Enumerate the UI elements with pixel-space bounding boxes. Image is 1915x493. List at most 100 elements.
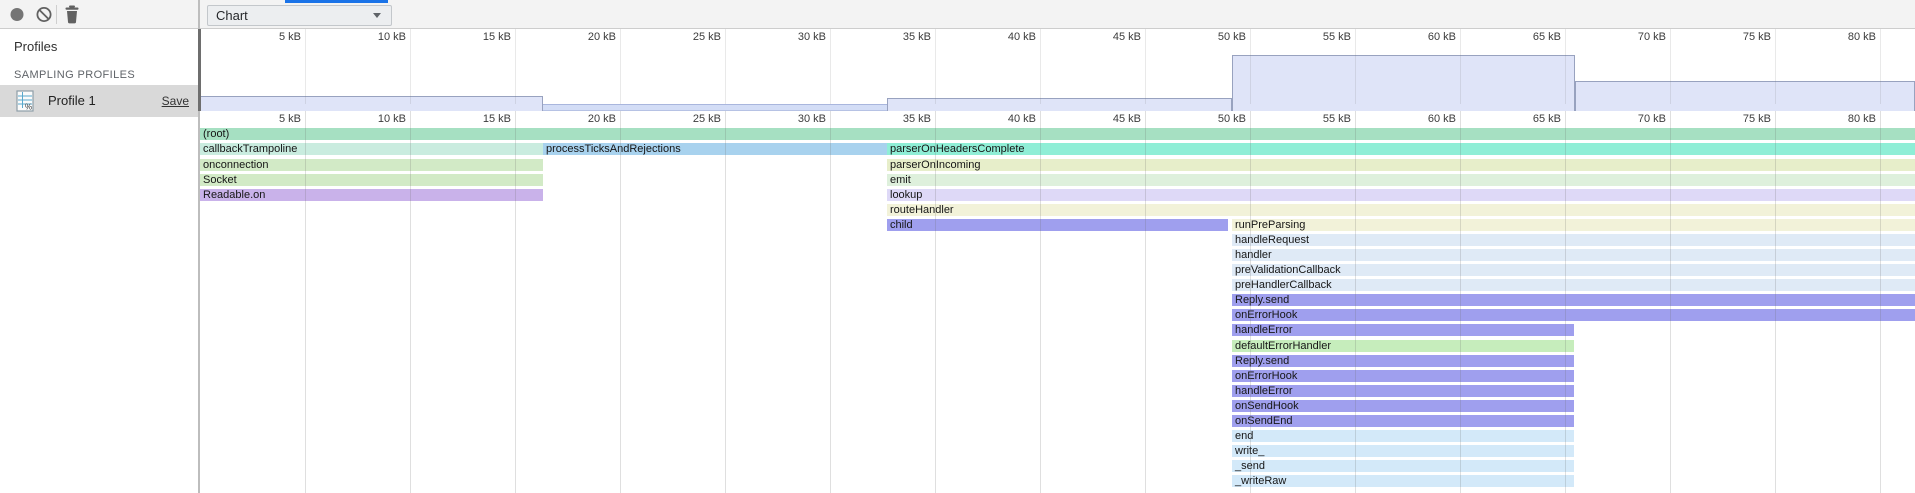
flame-bar-label: routeHandler — [890, 204, 954, 216]
axis-tick-label: 20 kB — [556, 113, 616, 125]
flame-bar-label: Reply.send — [1235, 294, 1289, 306]
gridline — [725, 111, 726, 493]
flame-bar[interactable]: onSendEnd — [1232, 415, 1574, 427]
flame-bar-label: lookup — [890, 189, 922, 201]
gridline — [1040, 29, 1041, 104]
flame-bar[interactable]: Reply.send — [1232, 294, 1915, 306]
flame-bar[interactable]: parserOnIncoming — [887, 159, 1915, 171]
flame-bar[interactable]: Reply.send — [1232, 355, 1574, 367]
axis-tick-label: 30 kB — [766, 31, 826, 43]
flame-bar[interactable]: callbackTrampoline — [200, 143, 543, 155]
clear-all-profiles-icon[interactable] — [35, 0, 53, 29]
flame-bar-label: child — [890, 219, 913, 231]
axis-tick-label: 25 kB — [661, 113, 721, 125]
axis-tick-label: 30 kB — [766, 113, 826, 125]
flame-bar-label: Socket — [203, 174, 237, 186]
overview-range-handle[interactable] — [198, 29, 201, 111]
flame-bar[interactable]: _send — [1232, 460, 1574, 472]
profile-name: Profile 1 — [48, 93, 96, 108]
flame-bar-label: write_ — [1235, 445, 1264, 457]
flame-bar-label: emit — [890, 174, 911, 186]
axis-tick-label: 40 kB — [976, 113, 1036, 125]
axis-tick-label: 80 kB — [1816, 31, 1876, 43]
sampling-profiles-header: SAMPLING PROFILES — [14, 69, 135, 81]
sidebar-title: Profiles — [14, 39, 57, 54]
flame-bar-label: runPreParsing — [1235, 219, 1305, 231]
flame-bar-label: (root) — [203, 128, 229, 140]
overview-allocation-band — [887, 98, 1232, 111]
flame-bar[interactable]: preHandlerCallback — [1232, 279, 1915, 291]
flame-bar[interactable]: handleError — [1232, 385, 1574, 397]
flame-bar-label: onErrorHook — [1235, 370, 1297, 382]
axis-tick-label: 45 kB — [1081, 31, 1141, 43]
axis-tick-label: 15 kB — [451, 31, 511, 43]
axis-tick-label: 10 kB — [346, 113, 406, 125]
toolbar-separator — [56, 5, 57, 24]
gridline — [305, 29, 306, 104]
gridline — [620, 111, 621, 493]
delete-profile-icon[interactable] — [62, 0, 82, 29]
axis-tick-label: 25 kB — [661, 31, 721, 43]
axis-tick-label: 5 kB — [241, 113, 301, 125]
flame-bar[interactable]: preValidationCallback — [1232, 264, 1915, 276]
flame-bar[interactable]: Readable.on — [200, 189, 543, 201]
flame-bar[interactable]: lookup — [887, 189, 1915, 201]
flame-bar[interactable]: onErrorHook — [1232, 370, 1574, 382]
flame-bar[interactable]: Socket — [200, 174, 543, 186]
flame-bar[interactable]: child — [887, 219, 1228, 231]
flame-bar-label: processTicksAndRejections — [546, 143, 681, 155]
axis-tick-label: 65 kB — [1501, 31, 1561, 43]
gridline — [935, 29, 936, 104]
axis-tick-label: 35 kB — [871, 113, 931, 125]
axis-tick-label: 10 kB — [346, 31, 406, 43]
profile-icon: % — [16, 90, 35, 113]
flame-bar[interactable]: runPreParsing — [1232, 219, 1915, 231]
gridline — [830, 111, 831, 493]
flame-bar-label: handleError — [1235, 385, 1292, 397]
chevron-down-icon — [373, 13, 381, 18]
flame-chart-canvas[interactable]: 5 kB5 kB10 kB10 kB15 kB15 kB20 kB20 kB25… — [0, 0, 1915, 493]
flame-bar[interactable]: handler — [1232, 249, 1915, 261]
flame-bar-label: callbackTrampoline — [203, 143, 297, 155]
flame-bar[interactable]: _writeRaw — [1232, 475, 1574, 487]
flame-bar-label: _writeRaw — [1235, 475, 1286, 487]
flame-bar[interactable]: onconnection — [200, 159, 543, 171]
flame-bar-label: parserOnHeadersComplete — [890, 143, 1025, 155]
axis-tick-label: 20 kB — [556, 31, 616, 43]
flame-bar[interactable]: (root) — [200, 128, 1915, 140]
flame-bar[interactable]: handleRequest — [1232, 234, 1915, 246]
flame-bar[interactable]: routeHandler — [887, 204, 1915, 216]
flame-bar-label: onSendHook — [1235, 400, 1299, 412]
flame-bar[interactable]: onErrorHook — [1232, 309, 1915, 321]
profile-list-item[interactable]: % Profile 1 Save — [0, 85, 198, 117]
flame-bar[interactable]: handleError — [1232, 324, 1574, 336]
view-mode-value: Chart — [216, 8, 248, 23]
flame-bar[interactable]: defaultErrorHandler — [1232, 340, 1574, 352]
gridline — [410, 29, 411, 104]
view-mode-select[interactable]: Chart — [207, 5, 392, 26]
axis-tick-label: 75 kB — [1711, 113, 1771, 125]
flame-bar[interactable]: onSendHook — [1232, 400, 1574, 412]
save-profile-link[interactable]: Save — [162, 94, 189, 108]
flame-bar[interactable]: emit — [887, 174, 1915, 186]
flame-bar[interactable]: write_ — [1232, 445, 1574, 457]
axis-tick-label: 45 kB — [1081, 113, 1141, 125]
gridline — [725, 29, 726, 104]
axis-tick-label: 40 kB — [976, 31, 1036, 43]
flame-bar[interactable]: processTicksAndRejections — [543, 143, 887, 155]
flame-bar-label: preValidationCallback — [1235, 264, 1341, 276]
axis-tick-label: 35 kB — [871, 31, 931, 43]
flame-bar[interactable]: end — [1232, 430, 1574, 442]
flame-bar[interactable]: parserOnHeadersComplete — [887, 143, 1915, 155]
overview-allocation-band — [1232, 55, 1575, 111]
record-heap-allocations-icon[interactable] — [8, 0, 26, 29]
svg-text:%: % — [25, 103, 32, 112]
axis-tick-label: 80 kB — [1816, 113, 1876, 125]
axis-tick-label: 50 kB — [1186, 31, 1246, 43]
gridline — [830, 29, 831, 104]
gridline — [515, 29, 516, 104]
flame-bar-label: end — [1235, 430, 1253, 442]
axis-tick-label: 15 kB — [451, 113, 511, 125]
axis-tick-label: 60 kB — [1396, 113, 1456, 125]
axis-tick-label: 55 kB — [1291, 113, 1351, 125]
